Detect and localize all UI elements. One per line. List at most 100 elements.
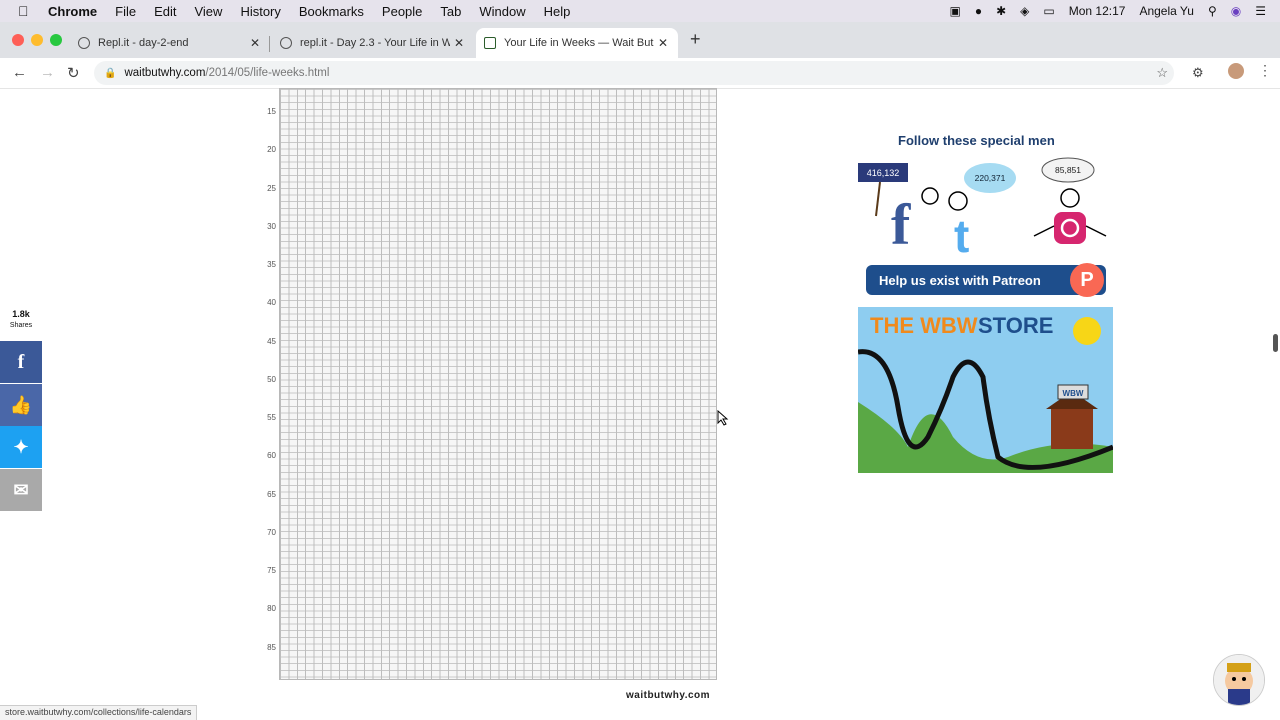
store-sign-text: WBW [1063, 389, 1084, 398]
store-title-right: STORE [978, 313, 1053, 338]
facebook-icon: f [17, 350, 25, 373]
social-follow-graphic: 416,132 f 220,371 t 85,851 [858, 157, 1107, 258]
page-scrollbar-thumb[interactable] [1273, 334, 1278, 352]
new-tab-button[interactable]: + [690, 29, 701, 50]
wifi-icon[interactable]: ◈ [1020, 4, 1029, 18]
mac-menu-bar:  Chrome File Edit View History Bookmark… [0, 0, 1280, 22]
share-counter: 1.8k Shares [8, 309, 34, 331]
user-name[interactable]: Angela Yu [1139, 4, 1194, 18]
patreon-logo-icon: P [1070, 263, 1104, 297]
close-tab-icon[interactable]: ✕ [658, 36, 668, 50]
clock[interactable]: Mon 12:17 [1069, 4, 1126, 18]
minimize-window-button[interactable] [31, 34, 43, 46]
control-center-icon[interactable]: ☰ [1255, 4, 1266, 18]
patreon-button[interactable]: Help us exist with Patreon P [866, 263, 1106, 297]
year-label: 20 [267, 145, 276, 154]
envelope-icon: ✉ [13, 479, 29, 500]
sign-stick [875, 181, 881, 217]
menu-people[interactable]: People [382, 4, 422, 19]
year-label: 70 [267, 528, 276, 537]
menu-history[interactable]: History [240, 4, 280, 19]
tab-replit-day2-end[interactable]: Repl.it - day-2-end ✕ [70, 28, 270, 58]
store-house [1051, 407, 1093, 449]
twitter-share-button[interactable]: ✦ [0, 426, 42, 468]
figure-arm [1085, 225, 1107, 237]
close-tab-icon[interactable]: ✕ [250, 36, 260, 50]
menu-extras: ▣ ● ✱ ◈ ▭ Mon 12:17 Angela Yu ⚲ ◉ ☰ [950, 0, 1280, 22]
link-status-bar: store.waitbutwhy.com/collections/life-ca… [0, 705, 198, 720]
year-label: 50 [267, 375, 276, 384]
tab-your-life-in-weeks[interactable]: Your Life in Weeks — Wait But W ✕ [476, 28, 678, 58]
menu-bookmarks[interactable]: Bookmarks [299, 4, 364, 19]
tab-title: Your Life in Weeks — Wait But W [504, 37, 654, 49]
share-count-label: Shares [9, 322, 33, 329]
zoom-icon[interactable]: ● [975, 4, 982, 18]
menu-edit[interactable]: Edit [154, 4, 176, 19]
apple-icon[interactable]:  [18, 3, 34, 19]
year-label: 60 [267, 451, 276, 460]
lock-icon[interactable]: 🔒 [104, 68, 116, 79]
profile-avatar[interactable] [1228, 63, 1244, 79]
twitter-bird-icon: ✦ [13, 436, 29, 457]
year-label: 40 [267, 298, 276, 307]
facebook-logo-icon: f [891, 192, 911, 257]
replit-favicon-icon [280, 37, 292, 49]
tab-bar: Repl.it - day-2-end ✕ repl.it - Day 2.3 … [0, 22, 1280, 58]
store-title-left: THE WBW [870, 313, 978, 338]
siri-icon[interactable]: ◉ [1231, 4, 1241, 18]
chat-widget-avatar[interactable] [1213, 654, 1265, 706]
tab-divider [269, 36, 270, 52]
figure-head [921, 187, 939, 205]
instagram-count: 85,851 [1055, 165, 1081, 175]
forward-arrow-icon[interactable]: → [40, 64, 55, 81]
browser-toolbar: ← → ↻ 🔒 waitbutwhy.com /2014/05/life-wee… [0, 58, 1280, 89]
follow-title: Follow these special men [898, 133, 1055, 148]
facebook-like-button[interactable]: 👍 [0, 384, 42, 426]
menu-tab[interactable]: Tab [440, 4, 461, 19]
email-share-button[interactable]: ✉ [0, 469, 42, 511]
year-label: 80 [267, 604, 276, 613]
wbw-favicon-icon [484, 37, 496, 49]
close-tab-icon[interactable]: ✕ [454, 36, 464, 50]
life-weeks-grid [279, 88, 717, 680]
chatbot-face-icon [1214, 655, 1264, 705]
replit-favicon-icon [78, 37, 90, 49]
year-label: 55 [267, 413, 276, 422]
extension-icon[interactable]: ⚙ [1192, 65, 1204, 81]
battery-icon[interactable]: ▭ [1043, 4, 1054, 18]
year-label: 85 [267, 643, 276, 652]
bluetooth-icon[interactable]: ✱ [996, 4, 1006, 18]
bookmark-star-icon[interactable]: ☆ [1156, 65, 1168, 81]
spotlight-icon[interactable]: ⚲ [1208, 4, 1217, 18]
back-arrow-icon[interactable]: ← [12, 64, 27, 81]
share-count-value: 1.8k [12, 309, 30, 319]
menu-help[interactable]: Help [544, 4, 571, 19]
menu-app-name[interactable]: Chrome [48, 4, 97, 19]
menu-window[interactable]: Window [479, 4, 525, 19]
reload-icon[interactable]: ↻ [67, 64, 80, 82]
tab-replit-day2-3[interactable]: repl.it - Day 2.3 - Your Life in W ✕ [272, 28, 474, 58]
wbw-store-banner[interactable]: THE WBW STORE WBW [858, 307, 1113, 473]
year-label: 15 [267, 107, 276, 116]
year-label: 45 [267, 337, 276, 346]
instagram-follow-link[interactable]: 85,851 [1033, 157, 1107, 244]
figure-head [1060, 188, 1080, 208]
facebook-follow-link[interactable]: 416,132 f [858, 163, 939, 257]
tab-title: repl.it - Day 2.3 - Your Life in W [300, 37, 450, 49]
facebook-share-button[interactable]: f [0, 341, 42, 383]
instagram-logo-icon [1054, 212, 1086, 244]
twitter-count: 220,371 [975, 173, 1006, 183]
menu-view[interactable]: View [194, 4, 222, 19]
address-bar[interactable]: 🔒 waitbutwhy.com /2014/05/life-weeks.htm… [94, 61, 1174, 85]
url-host: waitbutwhy.com [124, 67, 206, 79]
mouse-cursor-icon [717, 410, 729, 426]
twitter-follow-link[interactable]: 220,371 t [948, 163, 1016, 258]
twitter-logo-icon: t [954, 210, 969, 258]
maximize-window-button[interactable] [50, 34, 62, 46]
menu-kebab-icon[interactable]: ⋮ [1258, 62, 1272, 79]
close-window-button[interactable] [12, 34, 24, 46]
screen-record-icon[interactable]: ▣ [950, 4, 961, 18]
figure-head [948, 191, 968, 211]
menu-file[interactable]: File [115, 4, 136, 19]
year-label: 25 [267, 184, 276, 193]
